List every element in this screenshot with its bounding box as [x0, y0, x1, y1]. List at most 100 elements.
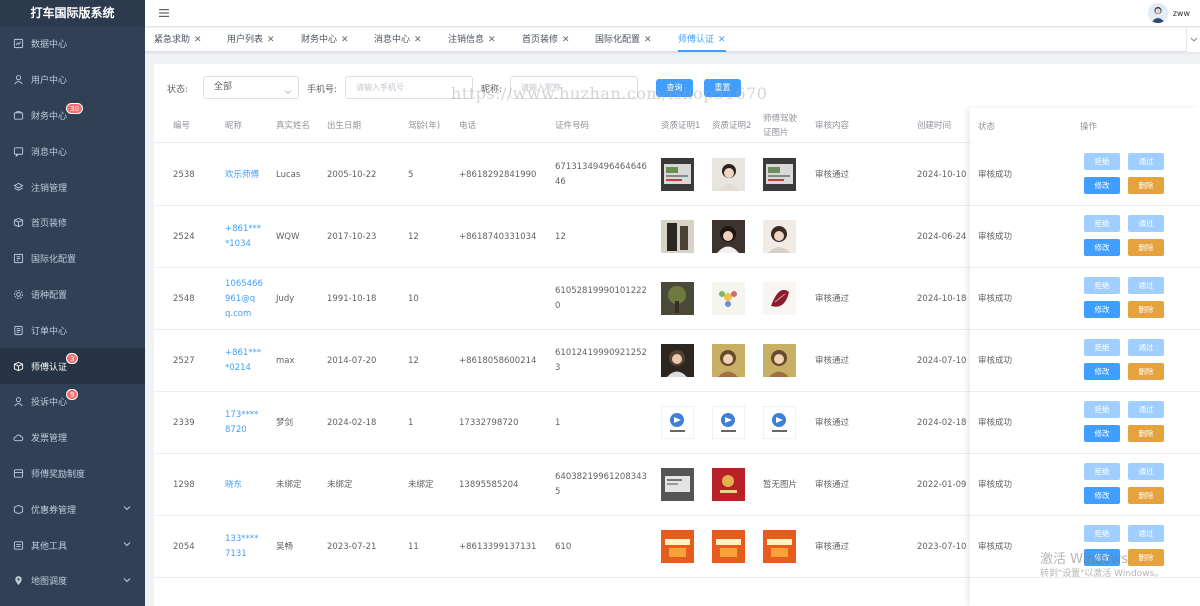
delete-button[interactable]: 删除: [1128, 549, 1164, 566]
cert-image[interactable]: [763, 220, 796, 253]
sidebar-item[interactable]: 消息中心: [0, 133, 145, 169]
username[interactable]: zww: [1173, 9, 1190, 18]
reset-button[interactable]: 重置: [704, 79, 741, 97]
reject-button[interactable]: 拒绝: [1084, 463, 1120, 480]
pass-button[interactable]: 通过: [1128, 525, 1164, 542]
close-icon[interactable]: ✕: [718, 35, 726, 45]
pass-button[interactable]: 通过: [1128, 215, 1164, 232]
search-button[interactable]: 查询: [656, 79, 693, 97]
status-select[interactable]: 全部: [203, 76, 299, 99]
sidebar-item[interactable]: 首页装修: [0, 205, 145, 241]
reject-button[interactable]: 拒绝: [1084, 339, 1120, 356]
edit-button[interactable]: 修改: [1084, 425, 1120, 442]
tags-scroll-button[interactable]: [1186, 28, 1200, 52]
sidebar-item[interactable]: 国际化配置: [0, 241, 145, 277]
pass-button[interactable]: 通过: [1128, 277, 1164, 294]
sidebar-item[interactable]: 师傅认证 3: [0, 348, 145, 384]
cert-image[interactable]: [712, 282, 745, 315]
edit-button[interactable]: 修改: [1084, 487, 1120, 504]
cert-image[interactable]: [712, 158, 745, 191]
close-icon[interactable]: ✕: [488, 35, 496, 45]
edit-button[interactable]: 修改: [1084, 301, 1120, 318]
tab[interactable]: 国际化配置 ✕: [595, 28, 652, 52]
sidebar-item[interactable]: 优惠券管理: [0, 491, 145, 527]
pass-button[interactable]: 通过: [1128, 401, 1164, 418]
close-icon[interactable]: ✕: [267, 35, 275, 45]
tab[interactable]: 师傅认证 ✕: [678, 28, 726, 52]
cert-image[interactable]: [661, 282, 694, 315]
sidebar-item[interactable]: 订单中心: [0, 312, 145, 348]
sidebar-item[interactable]: 财务中心 30: [0, 98, 145, 134]
cell-nickname-link[interactable]: 欢乐师傅: [225, 144, 263, 206]
close-icon[interactable]: ✕: [414, 35, 422, 45]
delete-button[interactable]: 删除: [1128, 177, 1164, 194]
sidebar-item[interactable]: 地图调度: [0, 563, 145, 599]
cert-image[interactable]: [763, 282, 796, 315]
cert-image[interactable]: [712, 530, 745, 563]
cert-image[interactable]: [712, 344, 745, 377]
tab[interactable]: 消息中心 ✕: [374, 28, 422, 52]
cert-image[interactable]: [661, 220, 694, 253]
cell-nickname-link[interactable]: 晓东: [225, 454, 263, 516]
cert-image[interactable]: [763, 530, 796, 563]
delete-button[interactable]: 删除: [1128, 239, 1164, 256]
close-icon[interactable]: ✕: [194, 35, 202, 45]
cert-image[interactable]: [763, 406, 796, 439]
edit-button[interactable]: 修改: [1084, 177, 1120, 194]
close-icon[interactable]: ✕: [341, 35, 349, 45]
cell-phone: 13895585204: [459, 479, 519, 490]
cell-nickname-link[interactable]: 173****8720: [225, 392, 263, 454]
sidebar-item[interactable]: 用户中心: [0, 62, 145, 98]
edit-button[interactable]: 修改: [1084, 363, 1120, 380]
sidebar-item[interactable]: 其他工具: [0, 527, 145, 563]
phone-input[interactable]: [345, 76, 473, 99]
delete-button[interactable]: 删除: [1128, 363, 1164, 380]
user-menu[interactable]: zww: [1147, 3, 1190, 23]
cert-image[interactable]: [661, 158, 694, 191]
cell-nickname-link[interactable]: 1065466961@qq.com: [225, 268, 263, 330]
sidebar-item[interactable]: 注销管理: [0, 169, 145, 205]
close-icon[interactable]: ✕: [562, 35, 570, 45]
pass-button[interactable]: 通过: [1128, 339, 1164, 356]
sidebar-item[interactable]: 投诉中心 9: [0, 384, 145, 420]
sidebar-item[interactable]: 语种配置: [0, 277, 145, 313]
reject-button[interactable]: 拒绝: [1084, 401, 1120, 418]
avatar[interactable]: [1147, 3, 1168, 23]
close-icon[interactable]: ✕: [644, 35, 652, 45]
cell-nickname-link[interactable]: 133****7131: [225, 516, 263, 578]
cert-image[interactable]: [712, 220, 745, 253]
tab[interactable]: 首页装修 ✕: [522, 28, 570, 52]
reject-button[interactable]: 拒绝: [1084, 277, 1120, 294]
sidebar-item-label: 用户中心: [31, 76, 68, 87]
nickname-input[interactable]: [510, 76, 638, 99]
cell-realname: 吴畅: [276, 541, 294, 552]
reject-button[interactable]: 拒绝: [1084, 215, 1120, 232]
cert-image[interactable]: [661, 530, 694, 563]
tab[interactable]: 紧急求助 ✕: [154, 28, 202, 52]
tab[interactable]: 用户列表 ✕: [227, 28, 275, 52]
cert-image[interactable]: [763, 158, 796, 191]
pass-button[interactable]: 通过: [1128, 463, 1164, 480]
cert-image[interactable]: [712, 468, 745, 501]
delete-button[interactable]: 删除: [1128, 487, 1164, 504]
tab[interactable]: 财务中心 ✕: [301, 28, 349, 52]
cell-nickname-link[interactable]: +861****1034: [225, 206, 263, 268]
cert-image[interactable]: [763, 344, 796, 377]
cert-image[interactable]: [661, 406, 694, 439]
sidebar-item[interactable]: 发票管理: [0, 420, 145, 456]
cert-image[interactable]: [661, 468, 694, 501]
cell-driving-years: 12: [408, 355, 419, 366]
delete-button[interactable]: 删除: [1128, 425, 1164, 442]
cell-nickname-link[interactable]: +861****0214: [225, 330, 263, 392]
edit-button[interactable]: 修改: [1084, 239, 1120, 256]
sidebar-item[interactable]: 数据中心: [0, 26, 145, 62]
cert-image[interactable]: [661, 344, 694, 377]
sidebar-item[interactable]: 师傅奖励制度: [0, 456, 145, 492]
pass-button[interactable]: 通过: [1128, 153, 1164, 170]
reject-button[interactable]: 拒绝: [1084, 525, 1120, 542]
reject-button[interactable]: 拒绝: [1084, 153, 1120, 170]
tab[interactable]: 注销信息 ✕: [448, 28, 496, 52]
delete-button[interactable]: 删除: [1128, 301, 1164, 318]
hamburger-icon[interactable]: [158, 7, 170, 19]
cert-image[interactable]: [712, 406, 745, 439]
